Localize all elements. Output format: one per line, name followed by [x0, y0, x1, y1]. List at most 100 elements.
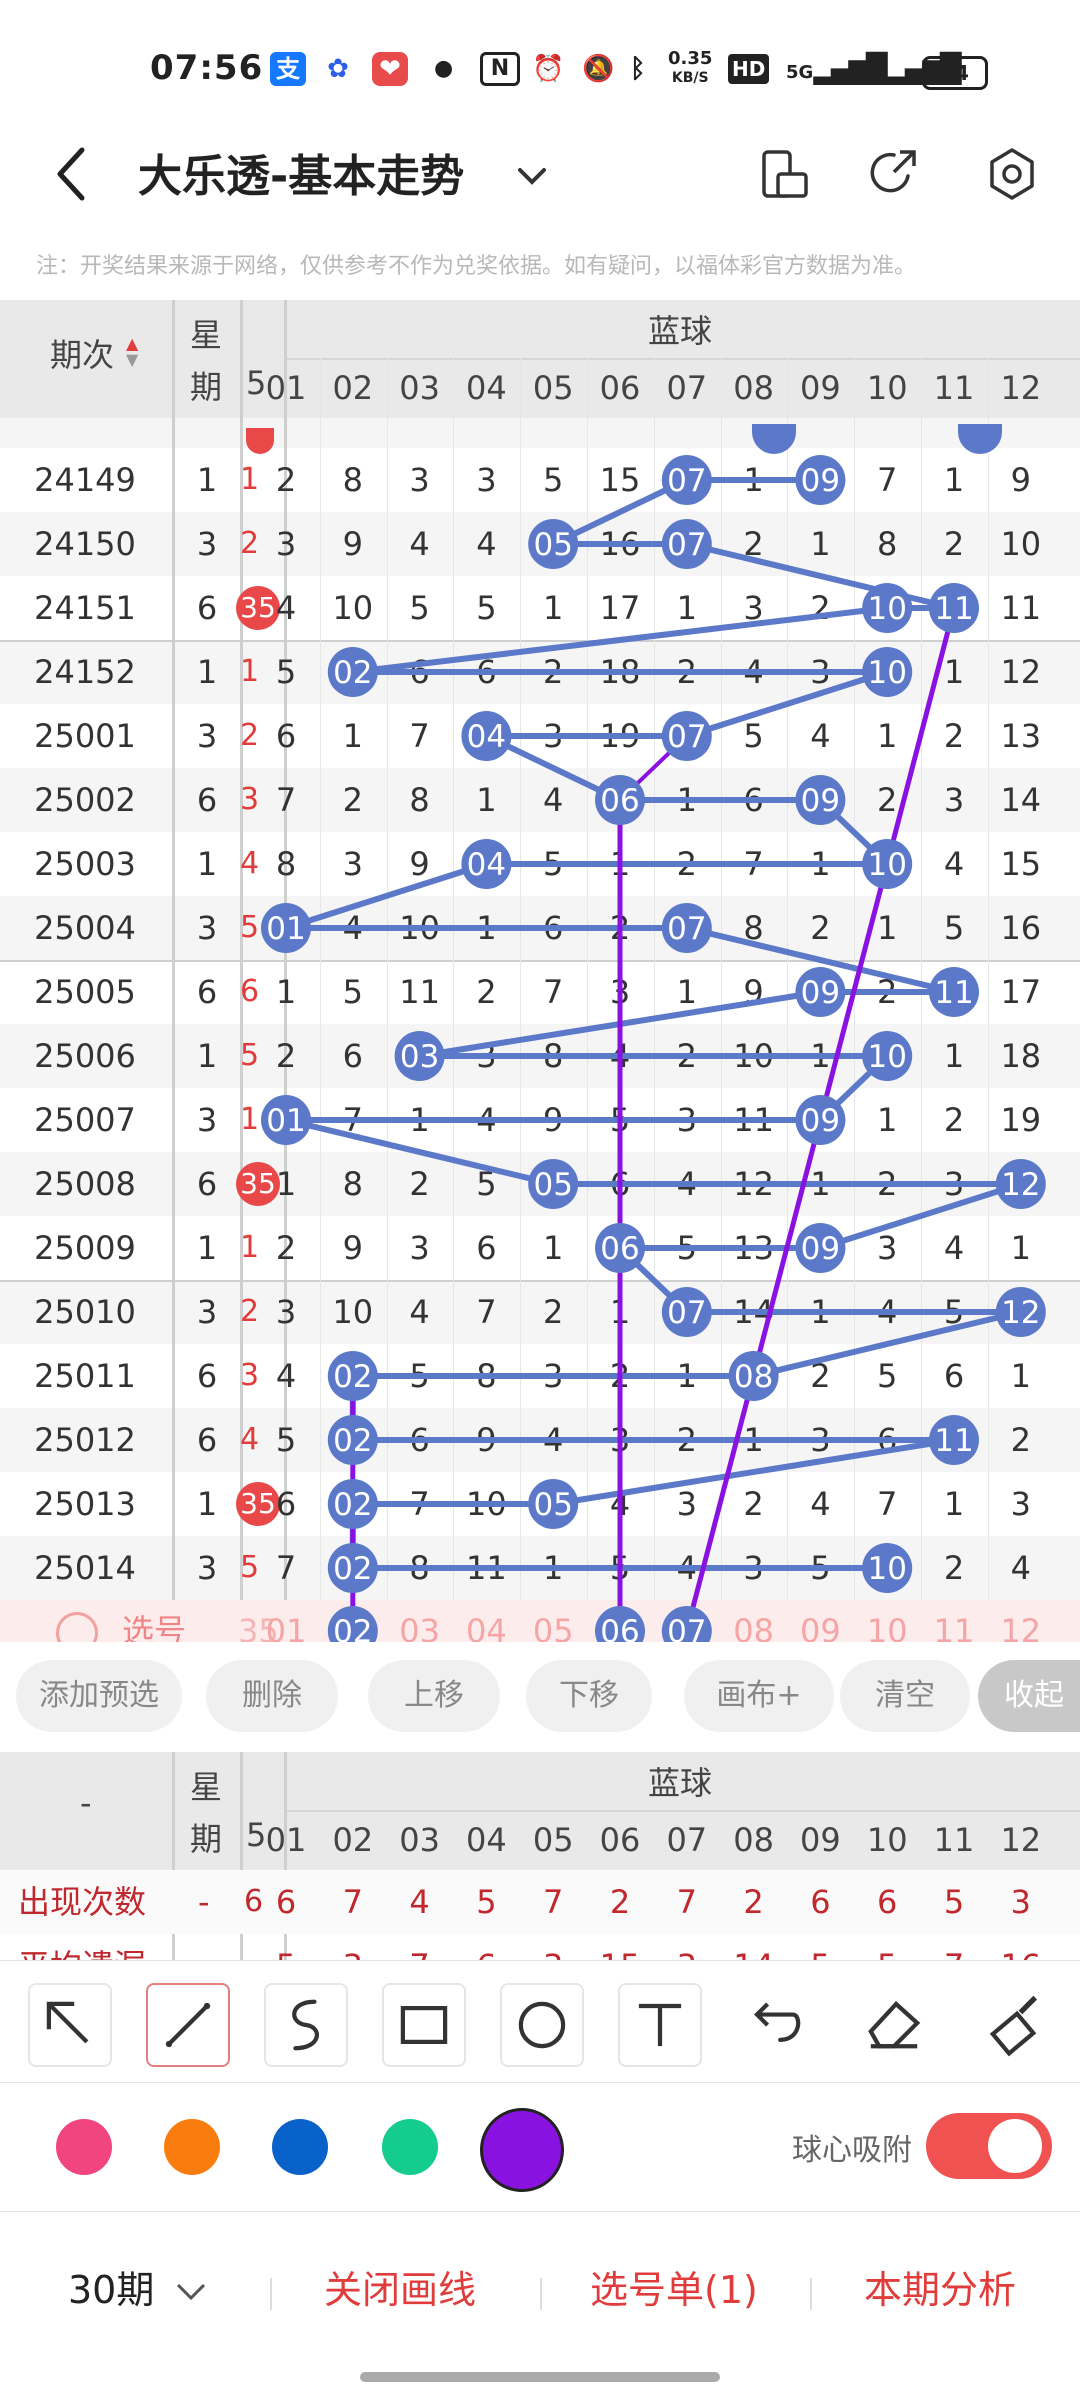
- stats-row2-value: 5: [787, 1934, 853, 1960]
- action-button-5[interactable]: 清空: [840, 1660, 970, 1732]
- color-swatch-3[interactable]: [382, 2119, 438, 2175]
- blue-ball[interactable]: 04: [461, 839, 512, 889]
- chevron-down-icon: [177, 2283, 206, 2301]
- stats-week-2: 期: [190, 1820, 223, 1858]
- blue-ball[interactable]: 06: [595, 775, 645, 825]
- blue-ball[interactable]: 11: [929, 583, 979, 633]
- back-arrow-icon[interactable]: [52, 144, 92, 204]
- blue-ball[interactable]: 06: [595, 1223, 645, 1273]
- ball-label: 10: [867, 591, 906, 627]
- ball-label: 10: [867, 1551, 906, 1587]
- blue-ball[interactable]: 10: [862, 1543, 913, 1593]
- blue-ball[interactable]: 02: [327, 647, 378, 697]
- blue-ball[interactable]: 12: [995, 1287, 1046, 1337]
- drawing-tools: [0, 1960, 1080, 2081]
- action-button-4[interactable]: 画布+: [684, 1660, 834, 1732]
- blue-ball[interactable]: 05: [528, 1159, 579, 1209]
- action-button-3[interactable]: 下移: [526, 1660, 652, 1732]
- blue-ball[interactable]: 02: [327, 1351, 378, 1401]
- mute-icon: 🔕: [582, 54, 615, 84]
- blue-ball[interactable]: 01: [261, 903, 311, 953]
- clear-tool[interactable]: [972, 1983, 1052, 2063]
- arrow-tool[interactable]: [28, 1983, 112, 2067]
- blue-ball[interactable]: 07: [661, 1287, 712, 1337]
- action-button-0[interactable]: 添加预选: [16, 1660, 182, 1732]
- blue-ball[interactable]: 07: [661, 711, 712, 761]
- divider: [810, 2278, 812, 2310]
- rect-tool[interactable]: [382, 1983, 466, 2067]
- line-tool[interactable]: [146, 1983, 230, 2067]
- blue-ball[interactable]: 05: [528, 519, 579, 569]
- action-button-1[interactable]: 删除: [206, 1660, 338, 1732]
- blue-ball[interactable]: 11: [929, 967, 979, 1017]
- ball-label: 02: [333, 1551, 372, 1587]
- stats-row1-value: 2: [743, 1883, 764, 1921]
- blue-ball[interactable]: 11: [929, 1415, 979, 1465]
- stats-col-05: 05: [532, 1821, 574, 1859]
- action-button-6[interactable]: 收起: [978, 1660, 1080, 1732]
- stats-row1-value: 7: [342, 1883, 363, 1921]
- ball-label: 04: [467, 847, 506, 883]
- blue-ball[interactable]: 02: [327, 1543, 378, 1593]
- ball-label: 09: [801, 783, 840, 819]
- blue-ball[interactable]: 02: [327, 1479, 378, 1529]
- blue-ball[interactable]: 03: [394, 1031, 445, 1081]
- blue-ball[interactable]: 09: [795, 455, 846, 505]
- blue-ball[interactable]: 10: [862, 583, 913, 633]
- blue-ball[interactable]: 10: [862, 1031, 913, 1081]
- blue-ball[interactable]: 09: [795, 1223, 846, 1273]
- blue-ball[interactable]: 10: [862, 647, 913, 697]
- blue-ball[interactable]: 10: [862, 839, 913, 889]
- blue-ball[interactable]: 09: [795, 1095, 846, 1145]
- action-button-2[interactable]: 上移: [368, 1660, 500, 1732]
- stats-row2-value: 3: [654, 1934, 720, 1960]
- analysis-button[interactable]: 本期分析: [864, 2260, 1016, 2320]
- blue-ball[interactable]: 09: [795, 775, 846, 825]
- blue-ball[interactable]: 08: [728, 1351, 779, 1401]
- color-swatch-1[interactable]: [164, 2119, 220, 2175]
- hd-icon: HD: [728, 54, 770, 84]
- ball-label: 07: [667, 527, 706, 563]
- undo-tool[interactable]: [736, 1983, 816, 2063]
- blue-ball[interactable]: 02: [327, 1415, 378, 1465]
- blue-ball[interactable]: 12: [995, 1159, 1046, 1209]
- pick-selected-ball[interactable]: 02: [327, 1606, 378, 1642]
- close-draw-button[interactable]: 关闭画线: [324, 2260, 476, 2320]
- pick-selected-ball[interactable]: 06: [595, 1606, 645, 1642]
- nfc-icon: N: [480, 52, 520, 86]
- text-tool[interactable]: [618, 1983, 702, 2067]
- blue-ball[interactable]: 04: [461, 711, 512, 761]
- pick-list-button[interactable]: 选号单(1): [590, 2260, 758, 2320]
- color-swatch-0[interactable]: [56, 2119, 112, 2175]
- stats-row1-value: 6: [877, 1883, 898, 1921]
- ball-label: 03: [400, 1039, 439, 1075]
- blue-ball[interactable]: 07: [661, 519, 712, 569]
- bottom-bar: 30期 关闭画线 选号单(1) 本期分析: [0, 2210, 1080, 2400]
- ball-label: 09: [801, 1231, 840, 1267]
- pick-selected-ball[interactable]: 07: [661, 1606, 712, 1642]
- chevron-down-icon[interactable]: [516, 164, 548, 188]
- share-icon[interactable]: [868, 146, 922, 200]
- circle-tool[interactable]: [500, 1983, 584, 2067]
- blue-ball[interactable]: 09: [795, 967, 846, 1017]
- settings-icon[interactable]: [986, 146, 1038, 202]
- period-selector[interactable]: 30期: [68, 2260, 208, 2320]
- stats-row1-value: 2: [609, 1883, 631, 1921]
- stats-row1-value: 7: [676, 1883, 697, 1921]
- rotate-screen-icon[interactable]: [760, 148, 810, 202]
- trend-line-link: [683, 669, 891, 739]
- baidu-icon: ✿: [327, 54, 349, 84]
- color-swatch-2[interactable]: [272, 2119, 328, 2175]
- eraser-tool[interactable]: [854, 1983, 934, 2063]
- blue-ball[interactable]: 07: [661, 903, 712, 953]
- curve-tool[interactable]: [264, 1983, 348, 2067]
- blue-ball[interactable]: 01: [261, 1095, 311, 1145]
- clear-icon: [989, 1995, 1038, 2057]
- page-title[interactable]: 大乐透-基本走势: [138, 140, 464, 204]
- home-indicator: [360, 2372, 720, 2382]
- stats-row1-value: 6: [810, 1883, 831, 1921]
- color-swatch-4[interactable]: [480, 2108, 564, 2192]
- snap-toggle[interactable]: [926, 2113, 1052, 2179]
- blue-ball[interactable]: 07: [661, 455, 712, 505]
- blue-ball[interactable]: 05: [528, 1479, 579, 1529]
